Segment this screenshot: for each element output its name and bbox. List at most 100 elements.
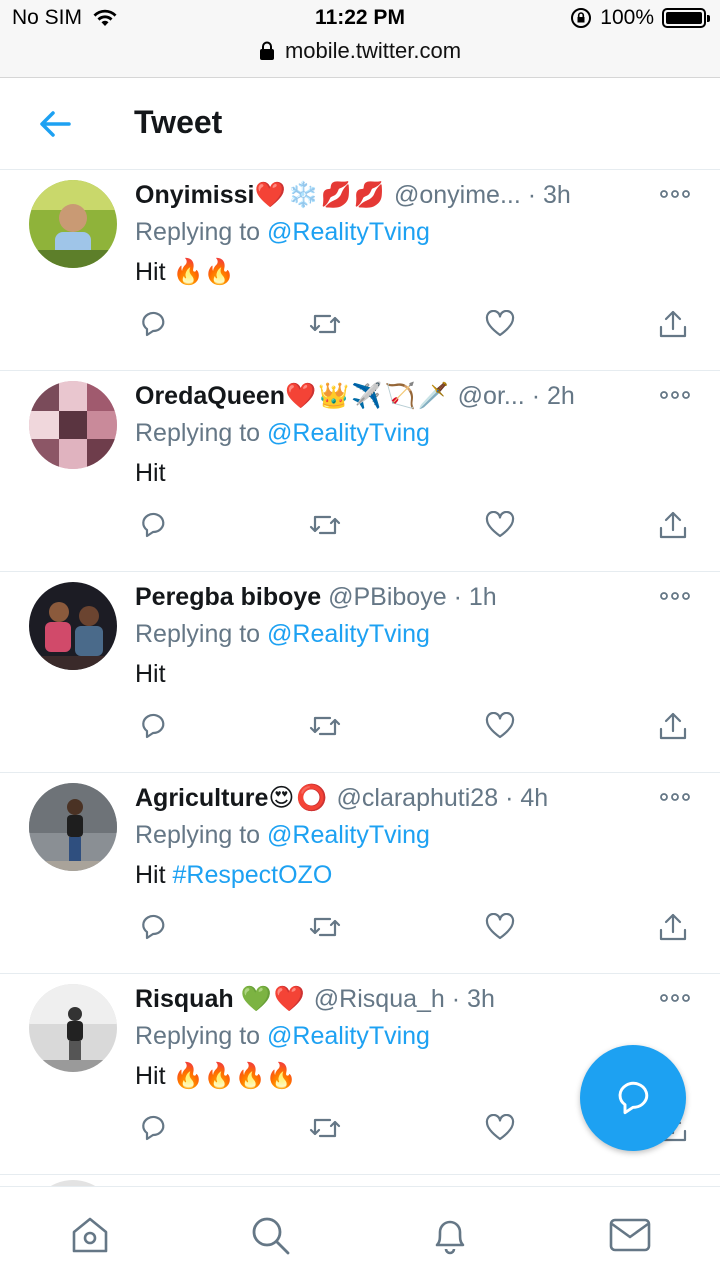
tweet[interactable]: OredaQueen❤️👑✈️🏹🗡️ @or... · 2h Replying … [0, 371, 720, 572]
name-emojis: ❤️❄️💋💋 [254, 181, 388, 209]
search-icon [252, 1217, 290, 1255]
more-icon [660, 994, 690, 1002]
status-bar: No SIM 11:22 PM 100% mobile.twitter.com [0, 0, 720, 78]
reply-button[interactable] [135, 507, 171, 543]
avatar[interactable] [29, 783, 117, 871]
user-name[interactable]: Agriculture [135, 784, 268, 812]
like-button[interactable] [482, 909, 518, 945]
replying-prefix: Replying to [135, 1022, 268, 1050]
tweet-text-main: Hit [135, 660, 166, 688]
status-right: 100% [570, 6, 710, 30]
user-handle[interactable]: @PBiboye [328, 583, 447, 611]
more-button[interactable] [658, 385, 692, 405]
back-button[interactable] [30, 104, 80, 144]
more-icon [660, 592, 690, 600]
reply-icon [142, 713, 165, 739]
mention-link[interactable]: @RealityTving [267, 1022, 430, 1050]
battery-icon [662, 8, 710, 28]
reply-button[interactable] [135, 306, 171, 342]
url-bar[interactable]: mobile.twitter.com [0, 38, 720, 64]
avatar[interactable] [29, 582, 117, 670]
tweet-header: OredaQueen❤️👑✈️🏹🗡️ @or... · 2h [135, 379, 695, 413]
tweet-text-main: Hit [135, 861, 173, 889]
reply-button[interactable] [135, 909, 171, 945]
more-button[interactable] [658, 787, 692, 807]
reply-button[interactable] [135, 708, 171, 744]
compose-reply-button[interactable] [580, 1045, 686, 1151]
share-button[interactable] [655, 909, 691, 945]
home-icon [72, 1217, 108, 1253]
reply-button[interactable] [135, 1110, 171, 1146]
share-button[interactable] [655, 507, 691, 543]
user-name[interactable]: OredaQueen [135, 382, 285, 410]
more-icon [660, 793, 690, 801]
share-button[interactable] [655, 306, 691, 342]
tweet-text-main: Hit [135, 459, 166, 487]
lock-icon [259, 41, 274, 60]
replying-prefix: Replying to [135, 821, 268, 849]
tweet[interactable]: Agriculture😍⭕ @claraphuti28 · 4h Replyin… [0, 773, 720, 974]
tweet-text-main: Hit 🔥🔥 [135, 258, 235, 286]
avatar[interactable] [29, 180, 117, 268]
replying-to: Replying to @RealityTving [135, 413, 695, 453]
like-button[interactable] [482, 708, 518, 744]
retweet-icon [309, 314, 341, 334]
heart-icon [485, 1114, 515, 1141]
url-text: mobile.twitter.com [284, 38, 462, 63]
share-icon [659, 310, 687, 338]
avatar[interactable] [29, 381, 117, 469]
reply-icon [142, 1115, 165, 1141]
replying-to: Replying to @RealityTving [135, 212, 695, 252]
name-emojis: 💚❤️ [240, 985, 307, 1013]
retweet-button[interactable] [307, 306, 343, 342]
like-button[interactable] [482, 507, 518, 543]
reply-icon [142, 512, 165, 538]
replying-prefix: Replying to [135, 419, 268, 447]
compose-reply-icon [618, 1081, 649, 1115]
like-button[interactable] [482, 306, 518, 342]
hashtag-link[interactable]: #RespectOZO [173, 861, 333, 889]
nav-home[interactable] [68, 1213, 112, 1257]
tweet-text: Hit 🔥🔥 [135, 252, 695, 292]
user-handle[interactable]: @claraphuti28 [337, 784, 499, 812]
retweet-button[interactable] [307, 1110, 343, 1146]
bottom-nav [0, 1186, 720, 1280]
battery-percent: 100% [600, 6, 654, 29]
tweet[interactable]: Peregba biboye @PBiboye · 1h Replying to… [0, 572, 720, 773]
mention-link[interactable]: @RealityTving [267, 419, 430, 447]
reply-icon [142, 311, 165, 337]
tweet-actions [135, 306, 695, 346]
user-name[interactable]: Onyimissi [135, 181, 255, 209]
avatar[interactable] [29, 984, 117, 1072]
replying-to: Replying to @RealityTving [135, 614, 695, 654]
mail-icon [609, 1218, 651, 1252]
user-handle[interactable]: @or... [458, 382, 525, 410]
retweet-button[interactable] [307, 708, 343, 744]
tweet-header: Onyimissi❤️❄️💋💋 @onyime... · 3h [135, 178, 695, 212]
replying-prefix: Replying to [135, 620, 268, 648]
more-button[interactable] [658, 586, 692, 606]
next-tweet-partial [0, 1162, 720, 1186]
tweet-time: · 4h [505, 784, 549, 812]
mention-link[interactable]: @RealityTving [267, 821, 430, 849]
more-button[interactable] [658, 184, 692, 204]
like-button[interactable] [482, 1110, 518, 1146]
user-handle[interactable]: @onyime... [394, 181, 521, 209]
user-name[interactable]: Peregba biboye [135, 583, 321, 611]
nav-notifications[interactable] [428, 1213, 472, 1257]
user-handle[interactable]: @Risqua_h [314, 985, 445, 1013]
nav-messages[interactable] [608, 1213, 652, 1257]
reply-icon [142, 914, 165, 940]
share-button[interactable] [655, 708, 691, 744]
more-button[interactable] [658, 988, 692, 1008]
tweet-header: Agriculture😍⭕ @claraphuti28 · 4h [135, 781, 695, 815]
tweet-content: OredaQueen❤️👑✈️🏹🗡️ @or... · 2h Replying … [135, 379, 695, 493]
tweet[interactable]: Onyimissi❤️❄️💋💋 @onyime... · 3h Replying… [0, 170, 720, 371]
retweet-button[interactable] [307, 909, 343, 945]
mention-link[interactable]: @RealityTving [267, 218, 430, 246]
name-emojis: ❤️👑✈️🏹🗡️ [285, 382, 451, 410]
user-name[interactable]: Risquah [135, 985, 234, 1013]
mention-link[interactable]: @RealityTving [267, 620, 430, 648]
nav-search[interactable] [248, 1213, 292, 1257]
retweet-button[interactable] [307, 507, 343, 543]
